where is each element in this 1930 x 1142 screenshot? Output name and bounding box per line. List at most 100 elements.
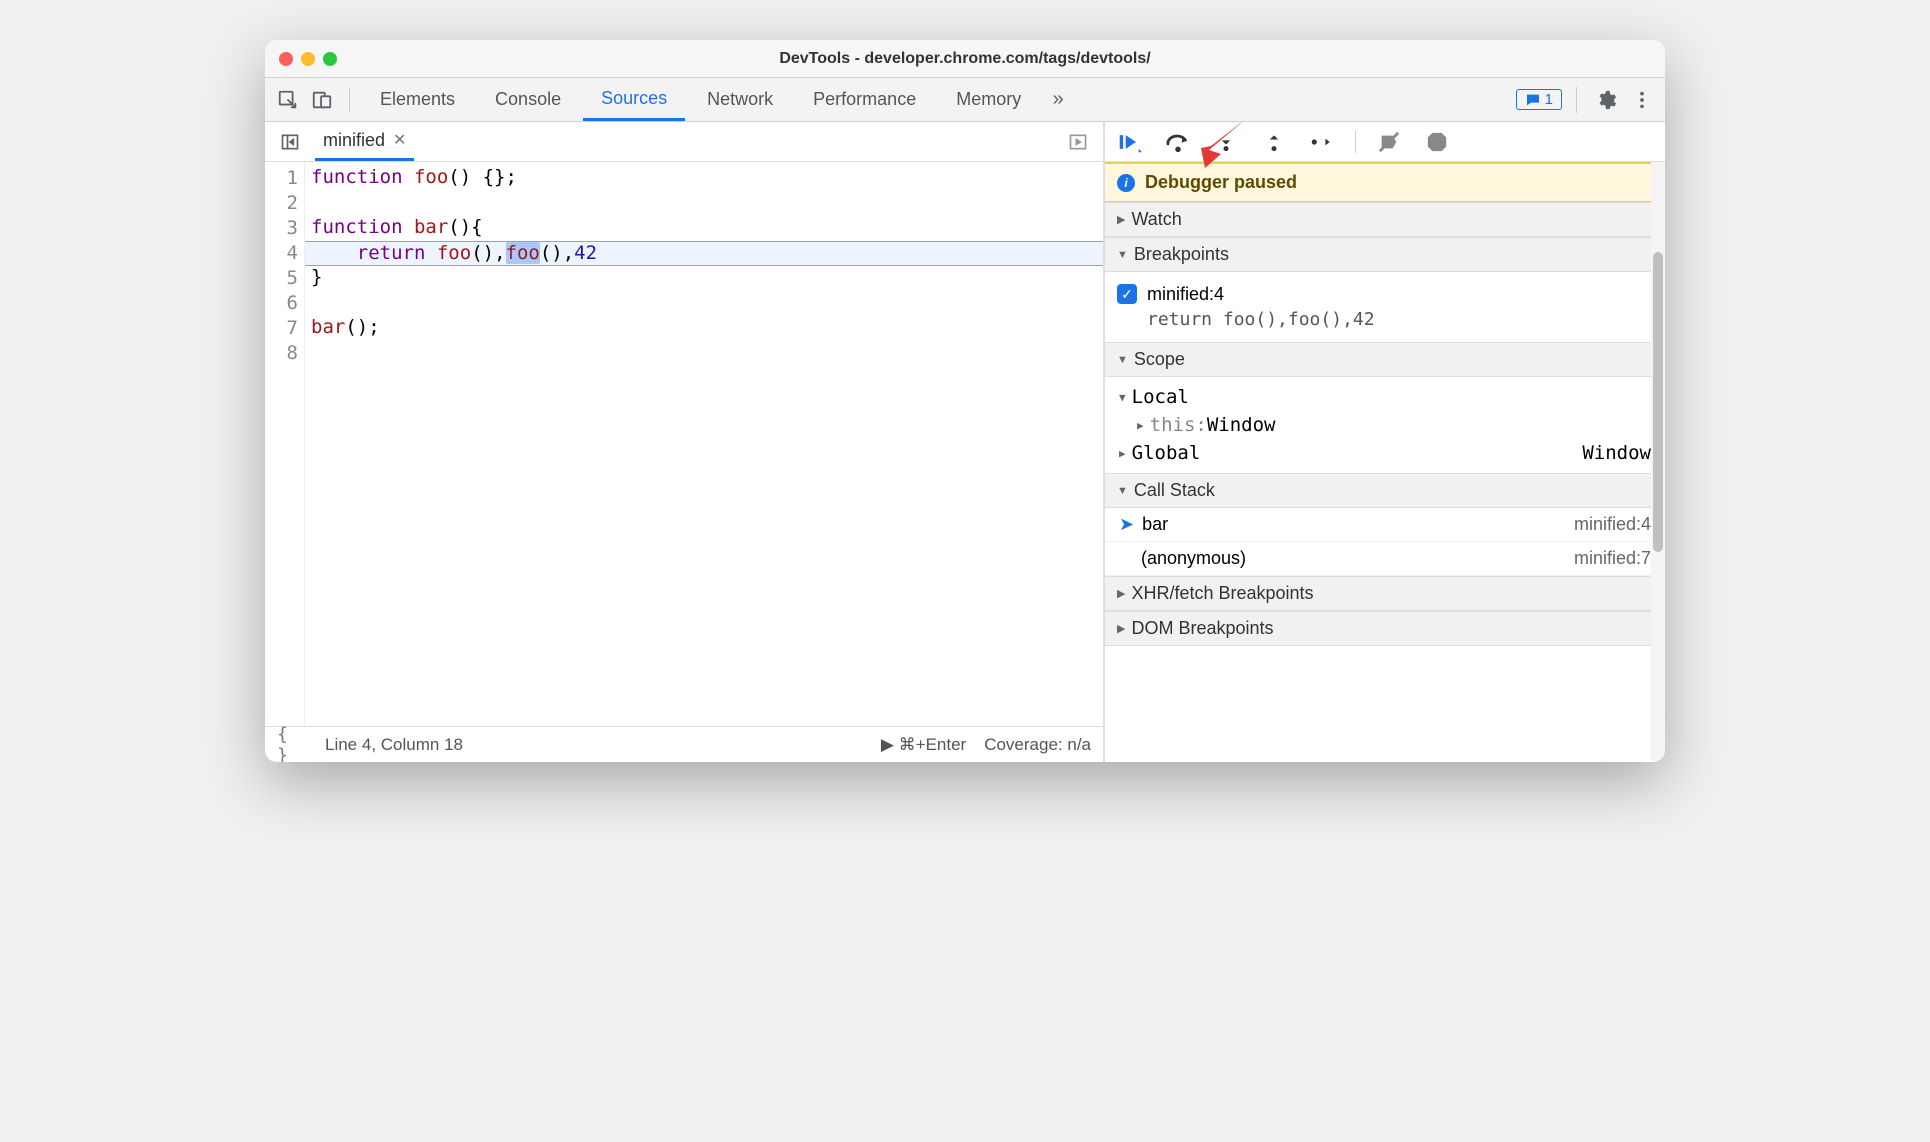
tab-network[interactable]: Network: [689, 78, 791, 121]
paused-label: Debugger paused: [1145, 172, 1297, 193]
frame-name: (anonymous): [1141, 548, 1246, 569]
line-num: 4: [265, 241, 298, 266]
chevron-right-icon: ▶: [1117, 587, 1125, 600]
device-toggle-icon[interactable]: [307, 85, 337, 115]
callstack-frame[interactable]: (anonymous) minified:7: [1105, 542, 1665, 576]
separator: [349, 87, 350, 113]
deactivate-breakpoints-icon[interactable]: [1374, 127, 1404, 157]
cursor-position: Line 4, Column 18: [325, 735, 463, 755]
scrollbar[interactable]: [1651, 162, 1665, 762]
step-over-icon[interactable]: [1163, 127, 1193, 157]
chevron-right-icon: ▶: [1137, 419, 1144, 432]
line-num: 6: [265, 291, 298, 316]
scope-this[interactable]: ▶ this: Window: [1105, 411, 1665, 439]
breakpoint-checkbox[interactable]: ✓: [1117, 284, 1137, 304]
debugger-paused-banner: i Debugger paused: [1105, 162, 1665, 202]
close-icon[interactable]: ✕: [393, 130, 406, 150]
chevron-down-icon: ▼: [1117, 354, 1128, 366]
resume-icon[interactable]: [1115, 127, 1145, 157]
section-label: Call Stack: [1134, 480, 1215, 501]
devtools-window: DevTools - developer.chrome.com/tags/dev…: [265, 40, 1665, 762]
inspect-icon[interactable]: [273, 85, 303, 115]
line-num: 8: [265, 341, 298, 366]
section-dom-breakpoints[interactable]: ▶ DOM Breakpoints: [1105, 611, 1665, 646]
callstack-frame[interactable]: ➤ bar minified:4: [1105, 508, 1665, 542]
run-hint-label: ⌘+Enter: [899, 735, 967, 754]
section-watch[interactable]: ▶ Watch: [1105, 202, 1665, 237]
current-frame-icon: ➤: [1119, 514, 1134, 535]
scope-label: Local: [1132, 386, 1189, 408]
chevron-down-icon: ▼: [1117, 249, 1128, 261]
chevron-down-icon: ▼: [1119, 391, 1126, 404]
window-controls: [265, 52, 337, 66]
scope-body: ▼ Local ▶ this: Window ▶ Global Window: [1105, 377, 1665, 473]
panes: minified ✕ 1 2 3 4 5 6 7: [265, 122, 1665, 762]
section-breakpoints[interactable]: ▼ Breakpoints: [1105, 237, 1665, 272]
coverage-status: Coverage: n/a: [984, 735, 1091, 755]
section-label: XHR/fetch Breakpoints: [1131, 583, 1313, 604]
line-num: 5: [265, 266, 298, 291]
step-icon[interactable]: [1307, 127, 1337, 157]
scope-label: Global: [1132, 442, 1201, 464]
step-into-icon[interactable]: [1211, 127, 1241, 157]
tab-elements[interactable]: Elements: [362, 78, 473, 121]
breakpoint-code: return foo(),foo(),42: [1147, 307, 1375, 332]
chevron-down-icon: ▼: [1117, 485, 1128, 497]
scrollbar-thumb[interactable]: [1653, 252, 1663, 552]
step-out-icon[interactable]: [1259, 127, 1289, 157]
badge-count: 1: [1545, 91, 1553, 108]
section-scope[interactable]: ▼ Scope: [1105, 342, 1665, 377]
code-editor[interactable]: 1 2 3 4 5 6 7 8 function foo() {}; funct…: [265, 162, 1103, 726]
scope-global[interactable]: ▶ Global Window: [1105, 439, 1665, 467]
code-body: function foo() {}; function bar(){ retur…: [305, 162, 1103, 726]
window-title: DevTools - developer.chrome.com/tags/dev…: [779, 50, 1150, 68]
section-label: Scope: [1134, 349, 1185, 370]
scope-value: Window: [1582, 442, 1651, 464]
scope-local[interactable]: ▼ Local: [1105, 383, 1665, 411]
separator: [1355, 131, 1356, 153]
line-num: 1: [265, 166, 298, 191]
tab-memory[interactable]: Memory: [938, 78, 1039, 121]
breakpoints-body: ✓ minified:4 return foo(),foo(),42: [1105, 272, 1665, 342]
section-callstack[interactable]: ▼ Call Stack: [1105, 473, 1665, 508]
minimize-window-button[interactable]: [301, 52, 315, 66]
maximize-window-button[interactable]: [323, 52, 337, 66]
file-tab-minified[interactable]: minified ✕: [315, 122, 414, 161]
more-tabs-icon[interactable]: »: [1043, 85, 1073, 115]
breakpoint-label: minified:4: [1147, 282, 1375, 307]
line-num: 3: [265, 216, 298, 241]
tab-performance[interactable]: Performance: [795, 78, 934, 121]
messages-badge[interactable]: 1: [1516, 89, 1562, 110]
section-label: Breakpoints: [1134, 244, 1229, 265]
tab-console[interactable]: Console: [477, 78, 579, 121]
navigator-toggle-icon[interactable]: [275, 127, 305, 157]
chevron-right-icon: ▶: [1117, 213, 1125, 226]
debugger-pane: i Debugger paused ▶ Watch ▼ Breakpoints …: [1105, 122, 1665, 762]
run-hint: ▶ ⌘+Enter: [881, 735, 966, 755]
pause-exceptions-icon[interactable]: [1422, 127, 1452, 157]
scope-var-name: this: [1150, 414, 1196, 436]
breakpoint-item[interactable]: ✓ minified:4 return foo(),foo(),42: [1105, 278, 1665, 336]
section-label: DOM Breakpoints: [1131, 618, 1273, 639]
titlebar: DevTools - developer.chrome.com/tags/dev…: [265, 40, 1665, 78]
source-pane: minified ✕ 1 2 3 4 5 6 7: [265, 122, 1105, 762]
frame-location: minified:4: [1574, 514, 1651, 535]
scope-var-value: Window: [1207, 414, 1276, 436]
kebab-menu-icon[interactable]: [1627, 85, 1657, 115]
main-toolbar: Elements Console Sources Network Perform…: [265, 78, 1665, 122]
line-num: 2: [265, 191, 298, 216]
callstack-body: ➤ bar minified:4 (anonymous) minified:7: [1105, 508, 1665, 576]
run-snippet-icon[interactable]: [1063, 127, 1093, 157]
file-tabs: minified ✕: [265, 122, 1103, 162]
settings-icon[interactable]: [1591, 85, 1621, 115]
info-icon: i: [1117, 174, 1135, 192]
file-tab-label: minified: [323, 130, 385, 151]
source-statusbar: { } Line 4, Column 18 ▶ ⌘+Enter Coverage…: [265, 726, 1103, 762]
pretty-print-icon[interactable]: { }: [277, 730, 307, 760]
close-window-button[interactable]: [279, 52, 293, 66]
chevron-right-icon: ▶: [1117, 622, 1125, 635]
section-xhr-breakpoints[interactable]: ▶ XHR/fetch Breakpoints: [1105, 576, 1665, 611]
tab-sources[interactable]: Sources: [583, 78, 685, 121]
separator: [1576, 87, 1577, 113]
chevron-right-icon: ▶: [1119, 447, 1126, 460]
